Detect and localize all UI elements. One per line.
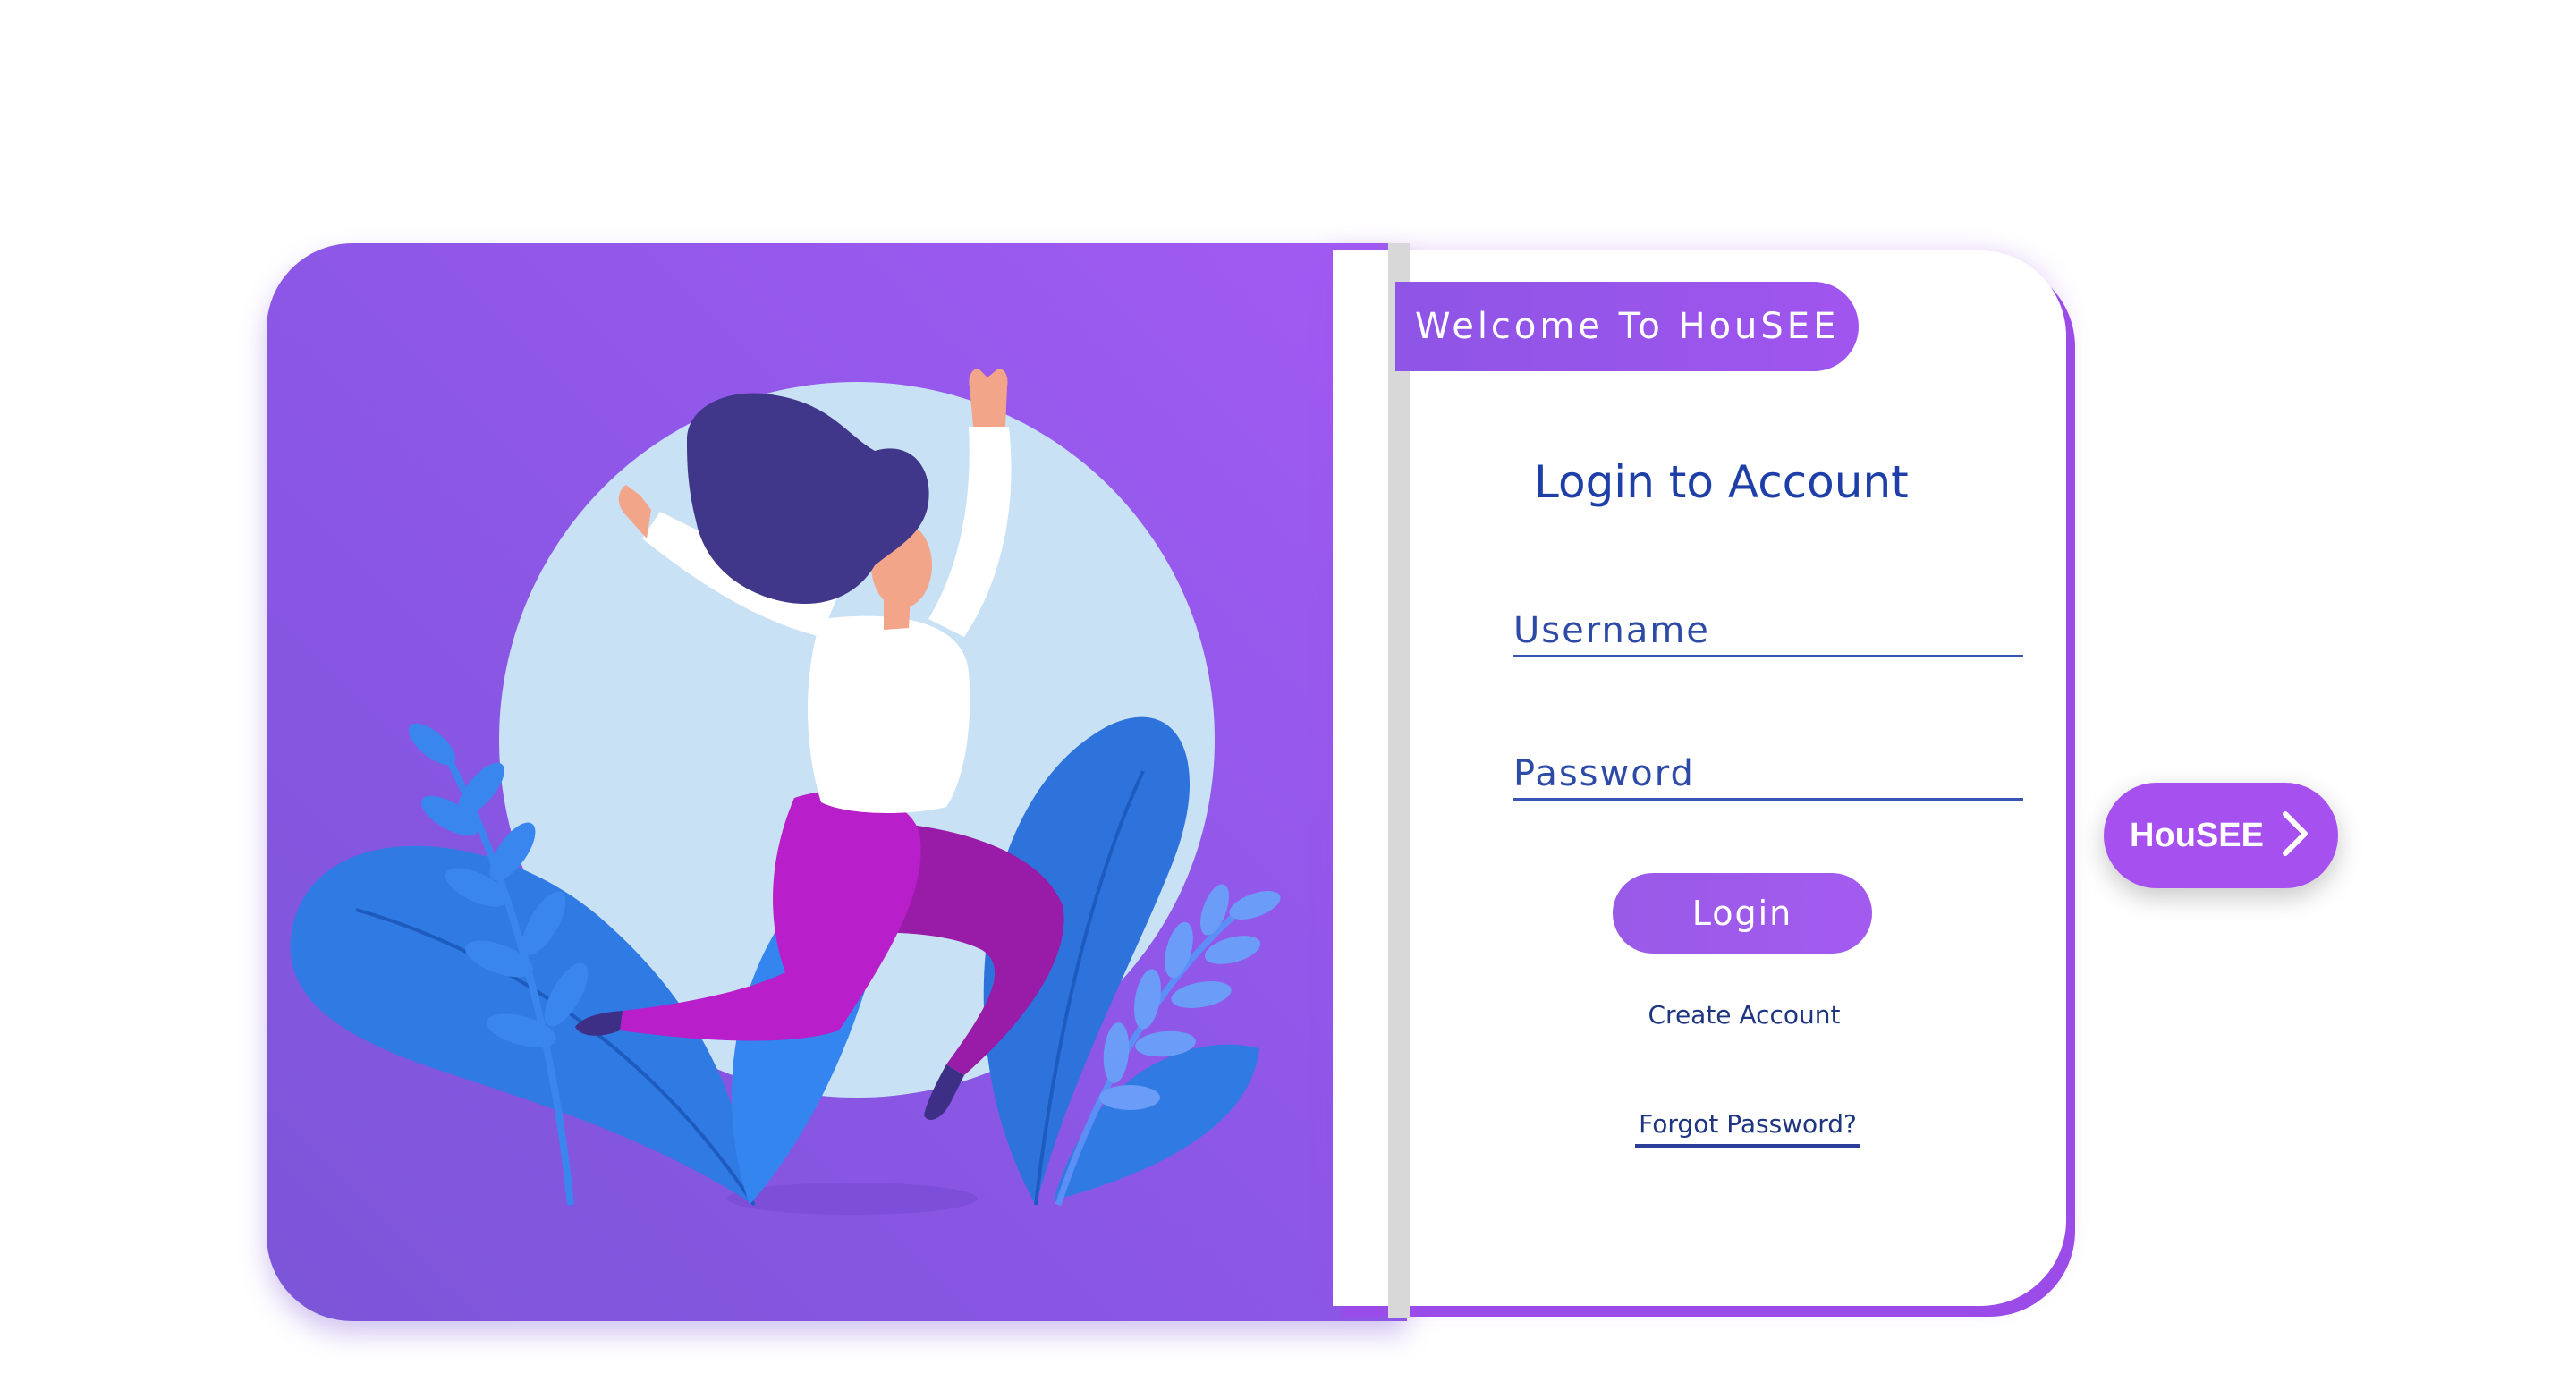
login-title: Login to Account (1534, 456, 1909, 508)
housee-tab-label: HouSEE (2130, 816, 2264, 854)
woman-jumping-illustration (290, 369, 1281, 1215)
chevron-right-icon (2278, 809, 2312, 862)
username-input[interactable] (1513, 610, 2023, 651)
password-field-container (1513, 729, 2023, 801)
username-field-container (1513, 586, 2023, 657)
ground-shadow (727, 1183, 978, 1215)
create-account-link[interactable]: Create Account (1646, 1000, 1843, 1030)
welcome-banner: Welcome To HouSEE (1395, 282, 1859, 371)
leaf-right-small (1054, 1044, 1259, 1200)
card-divider (1388, 243, 1410, 1318)
woman-torso (808, 615, 970, 813)
housee-side-tab[interactable]: HouSEE (2104, 783, 2338, 888)
password-input[interactable] (1513, 753, 2023, 794)
login-screen: Welcome To HouSEE Login to Account Login… (0, 0, 2576, 1399)
illustration-panel (267, 243, 1407, 1321)
login-button[interactable]: Login (1613, 873, 1872, 954)
forgot-password-link[interactable]: Forgot Password? (1635, 1109, 1860, 1148)
